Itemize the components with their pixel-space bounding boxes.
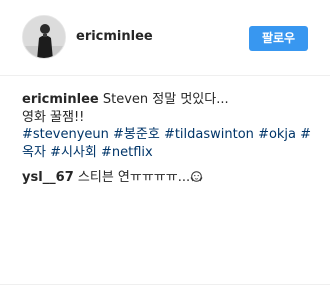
hashtag-bongjoonho[interactable]: #봉준호 — [113, 127, 160, 142]
caption-line1: Steven 정말 멋있다... — [98, 92, 229, 107]
caption-author[interactable]: ericminlee — [22, 92, 99, 107]
avatar-photo-icon — [23, 16, 65, 58]
comment: ysl__67 스티븐 연ㅠㅠㅠㅠ... — [22, 169, 314, 187]
post-author-username[interactable]: ericminlee — [76, 29, 153, 44]
comment-author[interactable]: ysl__67 — [22, 170, 74, 185]
caption: ericminlee Steven 정말 멋있다... 영화 꿀잼!! #ste… — [22, 91, 314, 161]
comment-text: 스티븐 연ㅠㅠㅠㅠ... — [73, 170, 191, 185]
instagram-post: ericminlee 팔로우 ericminlee Steven 정말 멋있다.… — [0, 0, 330, 295]
post-header: ericminlee 팔로우 — [0, 0, 330, 76]
hashtag-netflix[interactable]: #netflix — [101, 145, 153, 160]
hashtag-okja[interactable]: #okja — [258, 127, 296, 142]
hashtag-premiere[interactable]: #시사회 — [50, 145, 97, 160]
hashtag-tildaswinton[interactable]: #tildaswinton — [164, 127, 254, 142]
follow-button[interactable]: 팔로우 — [249, 26, 308, 51]
caption-line2: 영화 꿀잼!! — [22, 109, 85, 125]
face-with-hands-emoji-icon — [190, 170, 203, 182]
divider — [0, 284, 330, 285]
comments-section: ericminlee Steven 정말 멋있다... 영화 꿀잼!! #ste… — [22, 91, 314, 187]
hashtag-stevenyeun[interactable]: #stevenyeun — [22, 127, 109, 142]
avatar[interactable] — [22, 15, 66, 59]
